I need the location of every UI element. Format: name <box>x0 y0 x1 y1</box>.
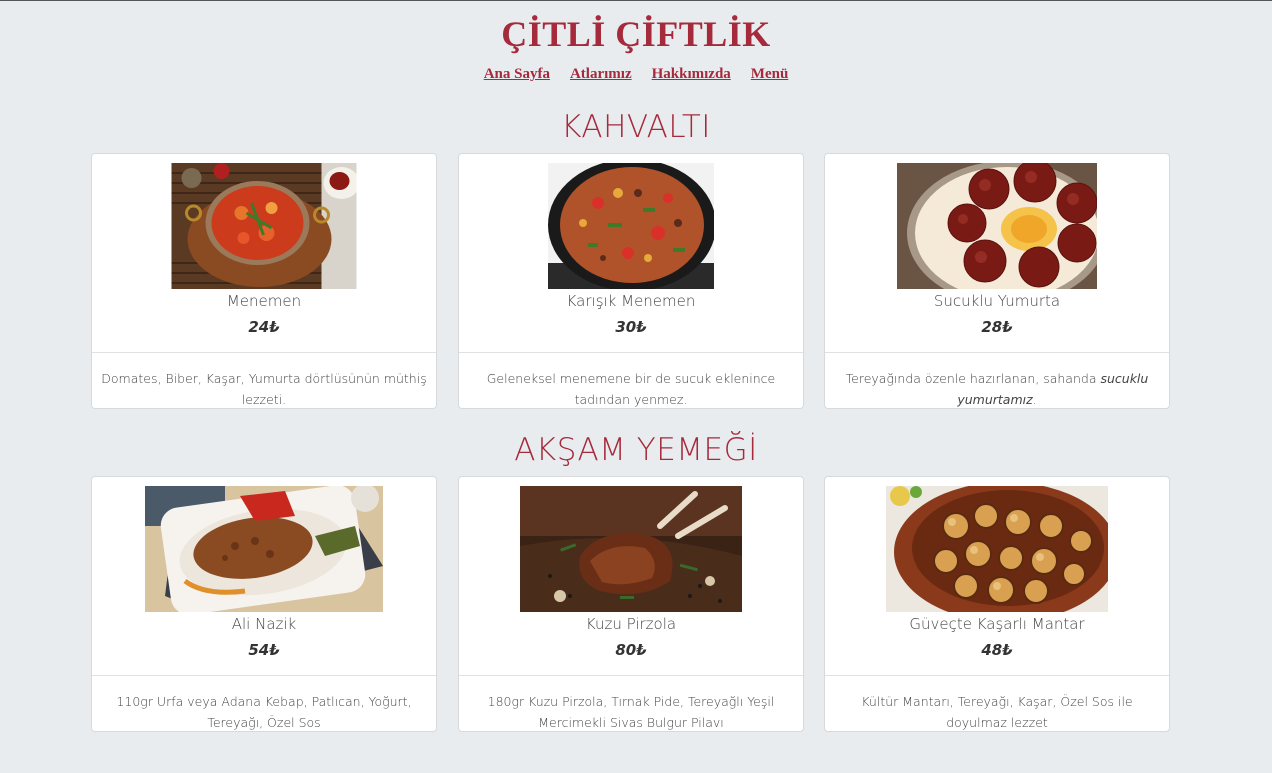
card-divider <box>825 352 1169 353</box>
menu-item-price: 24₺ <box>248 318 280 336</box>
menu-card-menemen[interactable]: Menemen 24₺ Domates, Biber, Kaşar, Yumur… <box>91 153 437 409</box>
menu-item-description: Kültür Mantarı, Tereyağı, Kaşar, Özel So… <box>861 694 1133 730</box>
nav-link-ana-sayfa[interactable]: Ana Sayfa <box>484 66 550 83</box>
menu-item-name: Kuzu Pirzola <box>585 615 677 633</box>
menu-card-karisik-menemen[interactable]: Karışık Menemen 30₺ Geleneksel menemene … <box>458 153 804 409</box>
guvecte-mantar-photo <box>886 486 1108 612</box>
sucuklu-yumurta-photo <box>897 163 1097 289</box>
menu-card-ali-nazik[interactable]: Ali Nazik 54₺ 110gr Urfa veya Adana Keba… <box>91 476 437 732</box>
card-divider <box>459 352 803 353</box>
menu-item-name: Sucuklu Yumurta <box>933 292 1061 310</box>
menu-card-sucuklu-yumurta[interactable]: Sucuklu Yumurta 28₺ Tereyağında özenle h… <box>824 153 1170 409</box>
main-nav: Ana Sayfa Atlarımız Hakkımızda Menü <box>0 65 1272 83</box>
kuzu-pirzola-photo <box>520 486 742 612</box>
site-title: ÇİTLİ ÇİFTLİK <box>501 14 771 54</box>
menemen-photo <box>171 163 357 289</box>
menu-item-name: Menemen <box>226 292 302 310</box>
menu-item-description: 180gr Kuzu Pirzola, Tırnak Pide, Tereyağ… <box>487 694 775 730</box>
nav-link-menu[interactable]: Menü <box>751 66 789 83</box>
section-heading-aksam-yemegi: AKŞAM YEMEĞİ <box>514 432 758 468</box>
menu-item-description: Tereyağında özenle hazırlanan, sahanda s… <box>833 368 1161 408</box>
card-divider <box>92 675 436 676</box>
nav-link-hakkimizda[interactable]: Hakkımızda <box>652 66 731 83</box>
menu-card-kuzu-pirzola[interactable]: Kuzu Pirzola 80₺ 180gr Kuzu Pirzola, Tır… <box>458 476 804 732</box>
menu-item-description: Domates, Biber, Kaşar, Yumurta dörtlüsün… <box>101 371 427 407</box>
menu-item-name: Güveçte Kaşarlı Mantar <box>909 615 1085 633</box>
karisik-menemen-photo <box>548 163 714 289</box>
description-text: Tereyağında özenle hazırlanan, sahanda <box>845 371 1101 386</box>
section-heading-kahvalti: KAHVALTI <box>561 109 711 145</box>
menu-card-guvecte-kasarli-mantar[interactable]: Güveçte Kaşarlı Mantar 48₺ Kültür Mantar… <box>824 476 1170 732</box>
menu-item-description: Geleneksel menemene bir de sucuk eklenin… <box>486 371 776 407</box>
menu-item-description: 110gr Urfa veya Adana Kebap, Patlıcan, Y… <box>116 694 412 730</box>
card-divider <box>92 352 436 353</box>
menu-item-price: 54₺ <box>248 641 280 659</box>
description-tail: . <box>1032 392 1037 407</box>
nav-link-atlarimiz[interactable]: Atlarımız <box>570 66 632 83</box>
menu-item-name: Karışık Menemen <box>566 292 696 310</box>
menu-item-price: 48₺ <box>981 641 1013 659</box>
menu-item-name: Ali Nazik <box>231 615 297 633</box>
ali-nazik-photo <box>145 486 383 612</box>
card-divider <box>459 675 803 676</box>
menu-item-price: 80₺ <box>615 641 647 659</box>
menu-item-price: 30₺ <box>615 318 647 336</box>
card-divider <box>825 675 1169 676</box>
menu-item-price: 28₺ <box>981 318 1013 336</box>
